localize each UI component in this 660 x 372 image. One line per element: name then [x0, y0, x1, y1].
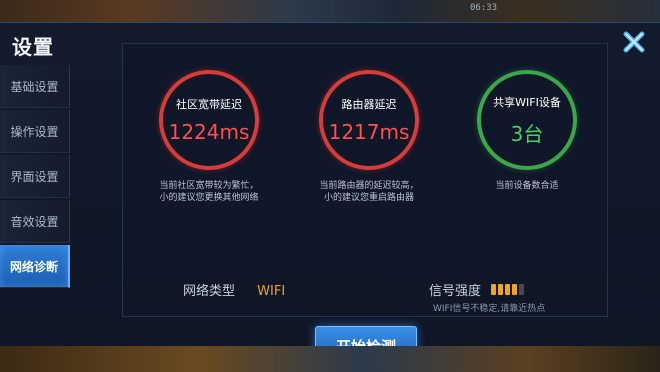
gauge-label: 社区宽带延迟: [176, 98, 242, 111]
network-type-value: WIFI: [257, 284, 286, 299]
gauge-note: 当前路由器的延迟较高， 小的建议您重启路由器: [319, 181, 419, 203]
clock: 06:33: [470, 3, 498, 13]
settings-dialog: 设置 基础设置 操作设置 界面设置 音效设置 网络诊断 社区宽带延迟 1224m…: [0, 22, 660, 366]
tab-interface-settings[interactable]: 界面设置: [0, 155, 70, 198]
close-icon: [623, 31, 645, 53]
network-diagnosis-panel: 社区宽带延迟 1224ms 当前社区宽带较为繁忙， 小的建议您更换其他网络 路由…: [122, 43, 608, 317]
signal-bar: [505, 284, 511, 295]
close-button[interactable]: [616, 27, 652, 57]
gauge-label: 路由器延迟: [341, 98, 397, 111]
page-title: 设置: [12, 35, 54, 59]
gauge-note: 当前社区宽带较为繁忙， 小的建议您更换其他网络: [159, 181, 259, 203]
router-latency-ring: 路由器延迟 1217ms: [319, 70, 419, 170]
tab-network-diagnosis[interactable]: 网络诊断: [0, 245, 70, 288]
gauge-note: 当前设备数合适: [495, 181, 559, 191]
network-type-label: 网络类型: [183, 284, 236, 299]
router-latency-gauge: 路由器延迟 1217ms 当前路由器的延迟较高， 小的建议您重启路由器: [303, 70, 435, 204]
settings-sidebar: 基础设置 操作设置 界面设置 音效设置 网络诊断: [0, 65, 70, 290]
signal-strength-icon: [491, 284, 526, 299]
game-background-bottom: [0, 346, 660, 372]
signal-bar: [491, 284, 497, 295]
tab-sound-settings[interactable]: 音效设置: [0, 200, 70, 243]
shared-wifi-devices-gauge: 共享WIFI设备 3台 当前设备数合适: [461, 70, 593, 192]
tab-basic-settings[interactable]: 基础设置: [0, 65, 70, 108]
signal-bar: [519, 284, 525, 295]
gauge-value: 3台: [510, 121, 544, 146]
tab-control-settings[interactable]: 操作设置: [0, 110, 70, 153]
signal-strength-label: 信号强度: [429, 284, 482, 299]
shared-wifi-ring: 共享WIFI设备 3台: [477, 70, 577, 170]
signal-bar: [512, 284, 518, 295]
community-latency-gauge: 社区宽带延迟 1224ms 当前社区宽带较为繁忙， 小的建议您更换其他网络: [143, 70, 275, 204]
gauge-value: 1217ms: [328, 120, 410, 144]
signal-strength-row: 信号强度: [429, 280, 526, 299]
network-type-row: 网络类型 WIFI: [183, 280, 285, 299]
gauge-label: 共享WIFI设备: [493, 95, 561, 109]
signal-bar: [498, 284, 504, 295]
gauge-value: 1224ms: [168, 120, 250, 144]
signal-note: WIFI信号不稳定,请靠近热点: [433, 304, 546, 314]
community-latency-ring: 社区宽带延迟 1224ms: [159, 70, 259, 170]
game-background-top: 06:33: [0, 0, 660, 22]
